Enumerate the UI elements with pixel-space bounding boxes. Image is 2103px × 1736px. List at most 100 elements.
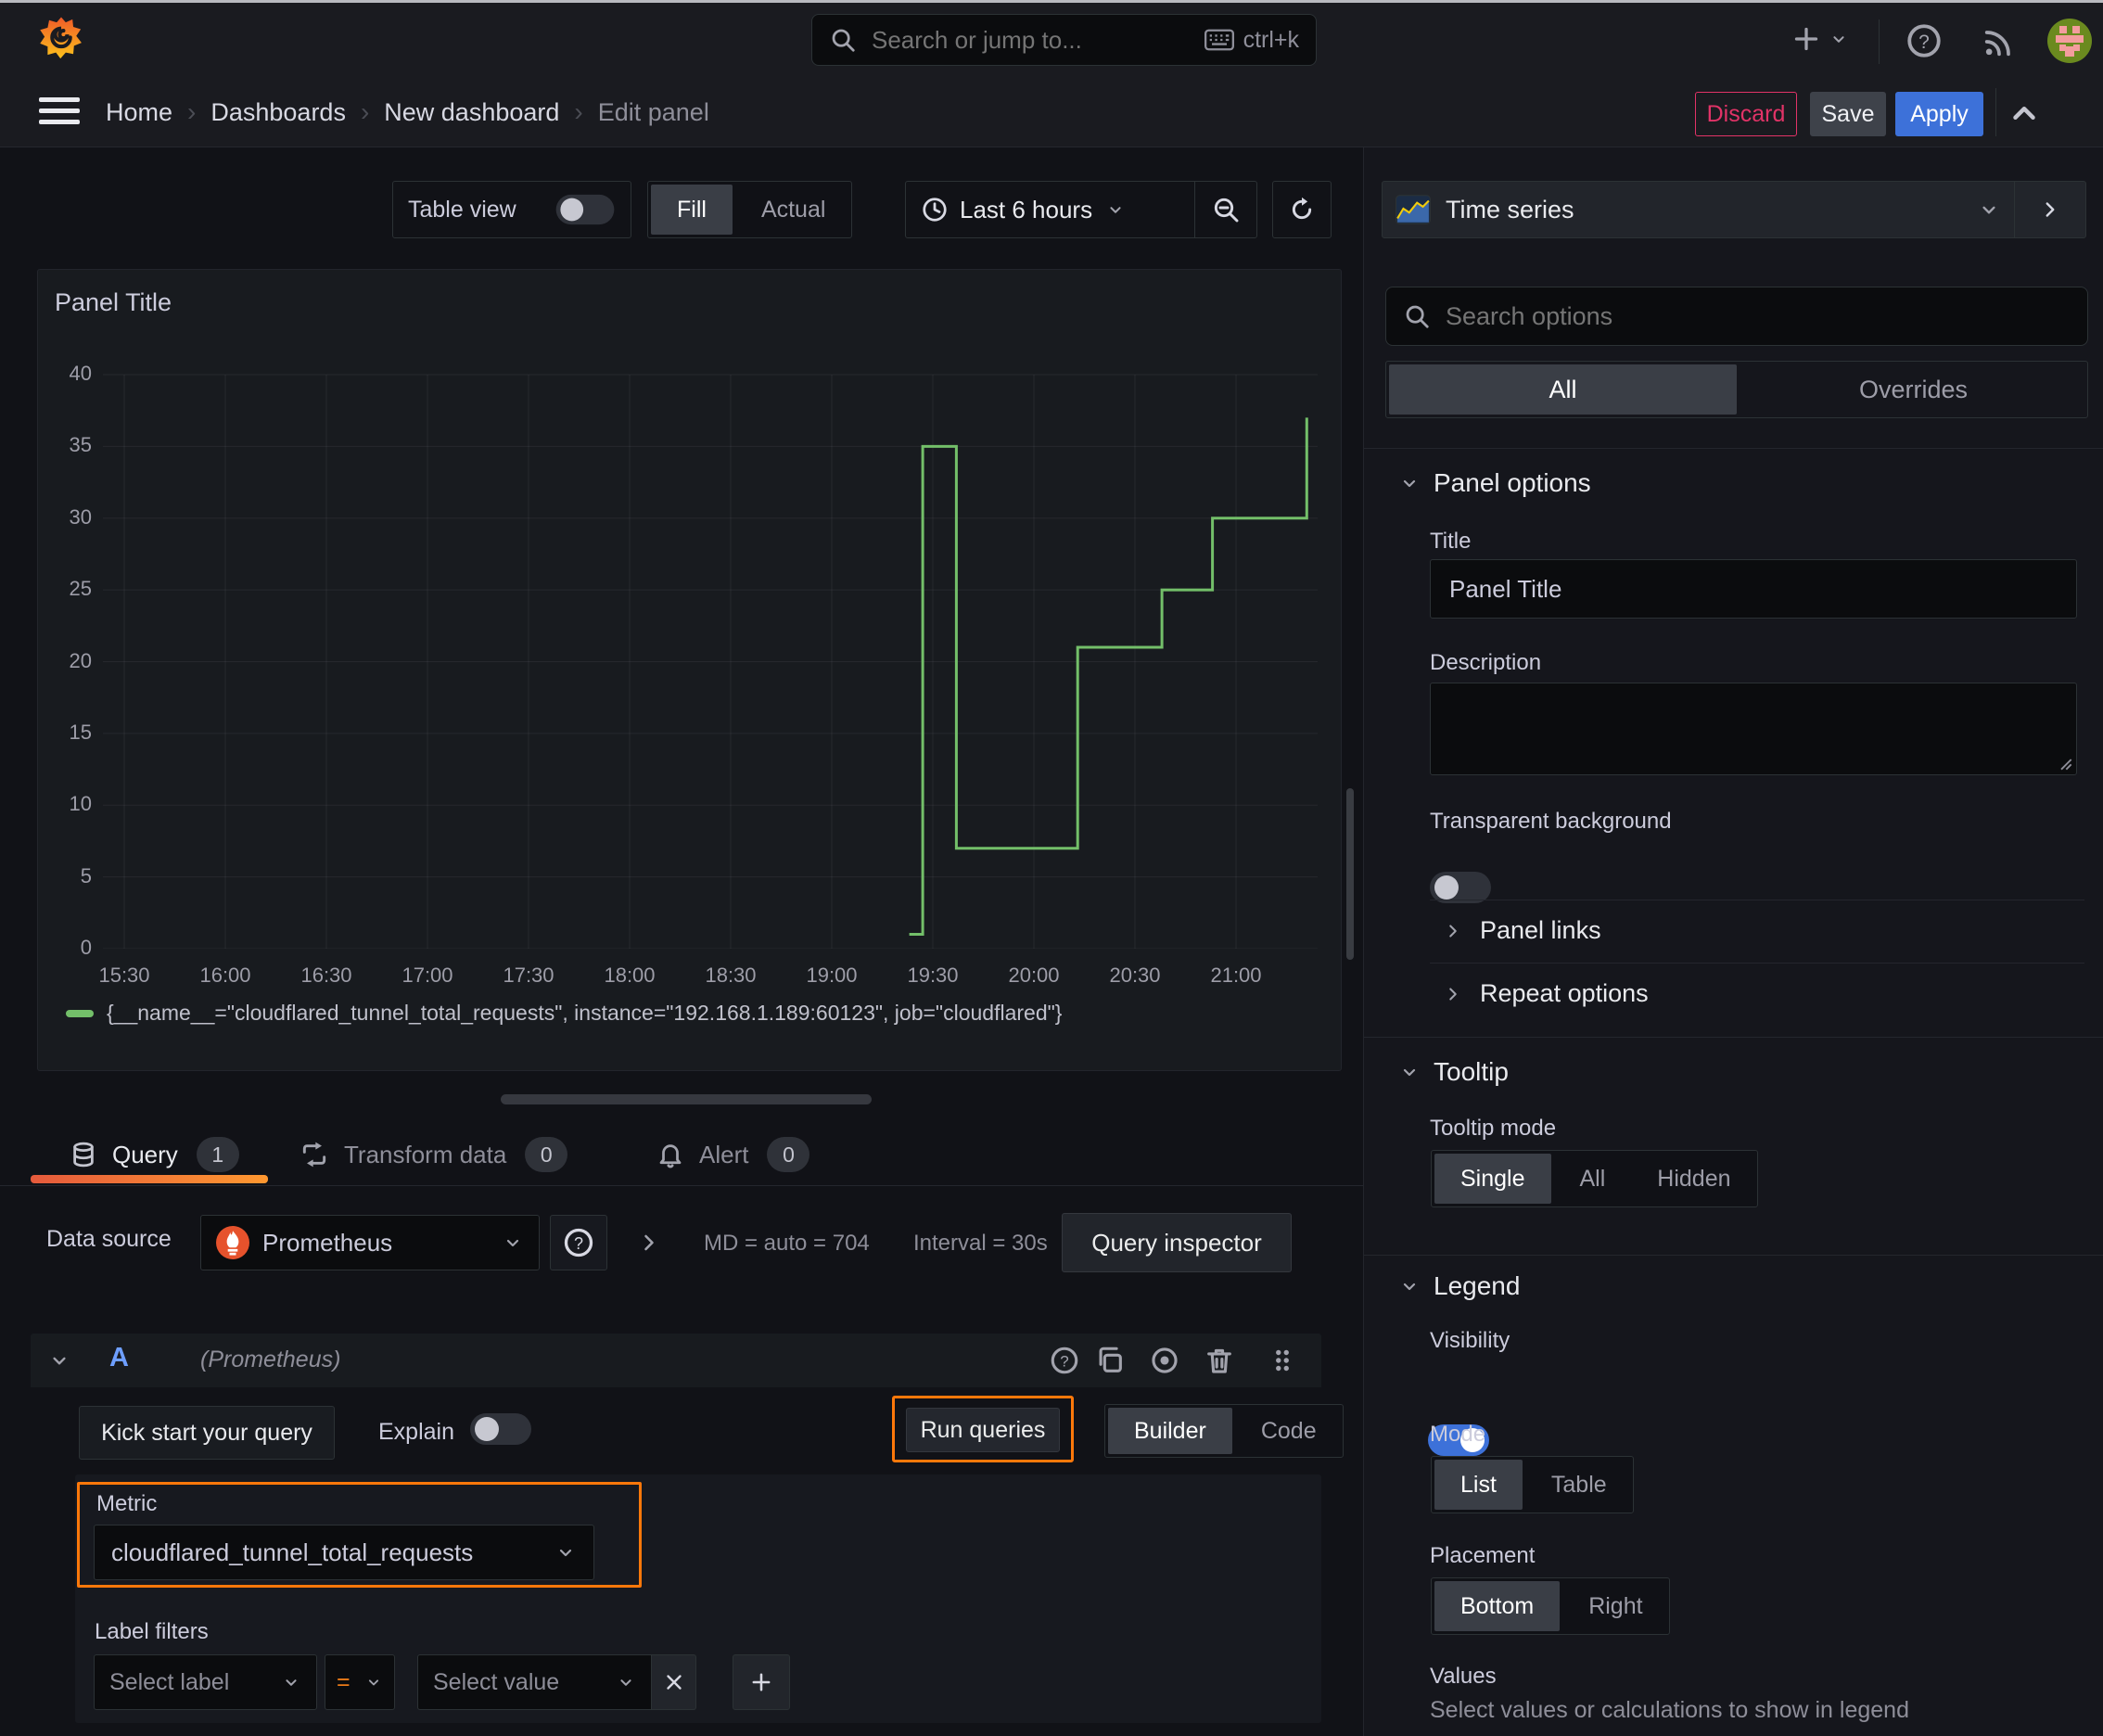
breadcrumb-new-dashboard[interactable]: New dashboard bbox=[384, 98, 559, 127]
remove-filter-x-icon[interactable] bbox=[652, 1654, 696, 1710]
fill-option[interactable]: Fill bbox=[651, 185, 733, 235]
tab-all[interactable]: All bbox=[1389, 364, 1737, 415]
datasource-picker[interactable]: Prometheus bbox=[200, 1215, 540, 1270]
topnav-divider bbox=[1879, 19, 1880, 64]
repeat-options-label: Repeat options bbox=[1480, 979, 1649, 1007]
user-avatar[interactable] bbox=[2047, 19, 2092, 63]
chart-plot[interactable] bbox=[103, 372, 1318, 949]
breadcrumb-dashboards[interactable]: Dashboards bbox=[210, 98, 346, 127]
tooltip-mode-hidden[interactable]: Hidden bbox=[1631, 1151, 1756, 1206]
tab-transform-data[interactable]: Transform data 0 bbox=[300, 1131, 568, 1178]
panel-links-section[interactable]: Panel links bbox=[1443, 916, 1601, 945]
new-menu-button[interactable] bbox=[1790, 21, 1849, 62]
subnav-divider bbox=[1995, 88, 1996, 136]
apply-button[interactable]: Apply bbox=[1895, 92, 1983, 136]
tab-query-label: Query bbox=[112, 1140, 178, 1168]
tab-alert-count: 0 bbox=[767, 1137, 810, 1172]
global-search-input[interactable] bbox=[870, 24, 1204, 56]
legend-mode-list[interactable]: List bbox=[1434, 1460, 1523, 1510]
breadcrumb: Home › Dashboards › New dashboard › Edit… bbox=[106, 92, 709, 133]
max-data-points-stat: MD = auto = 704 bbox=[704, 1231, 870, 1256]
discard-button[interactable]: Discard bbox=[1695, 92, 1797, 136]
y-axis-tick: 20 bbox=[69, 648, 92, 672]
tooltip-mode-all[interactable]: All bbox=[1554, 1151, 1632, 1206]
select-value-dropdown[interactable]: Select value bbox=[417, 1654, 652, 1710]
datasource-label: Data source bbox=[46, 1226, 172, 1252]
chevron-down-icon bbox=[1398, 1275, 1421, 1297]
breadcrumb-home[interactable]: Home bbox=[106, 98, 172, 127]
tooltip-mode-single[interactable]: Single bbox=[1434, 1154, 1551, 1204]
delete-query-trash-icon[interactable] bbox=[1204, 1345, 1235, 1383]
options-search-input[interactable] bbox=[1444, 300, 2071, 332]
time-range-button[interactable]: Last 6 hours bbox=[906, 196, 1194, 224]
select-label-dropdown[interactable]: Select label bbox=[94, 1654, 317, 1710]
news-rss-icon[interactable] bbox=[1981, 23, 2018, 67]
select-value-placeholder: Select value bbox=[433, 1668, 560, 1695]
legend-placement-bottom[interactable]: Bottom bbox=[1434, 1581, 1561, 1631]
panel-title-input[interactable] bbox=[1430, 559, 2077, 619]
zoom-out-button[interactable] bbox=[1195, 195, 1256, 224]
table-view-label: Table view bbox=[408, 196, 516, 223]
tab-overrides[interactable]: Overrides bbox=[1740, 362, 2087, 417]
save-button[interactable]: Save bbox=[1810, 92, 1886, 136]
repeat-options-section[interactable]: Repeat options bbox=[1443, 979, 1649, 1008]
menu-hamburger-icon[interactable] bbox=[39, 97, 80, 127]
operator-dropdown[interactable]: = bbox=[325, 1654, 395, 1710]
interval-stat: Interval = 30s bbox=[913, 1231, 1048, 1256]
tab-query[interactable]: Query 1 bbox=[70, 1131, 239, 1178]
explain-toggle[interactable] bbox=[470, 1413, 531, 1445]
builder-option[interactable]: Builder bbox=[1108, 1408, 1232, 1454]
chevron-down-icon bbox=[616, 1672, 636, 1692]
query-inspector-button[interactable]: Query inspector bbox=[1062, 1213, 1292, 1272]
panel-resize-handle[interactable] bbox=[501, 1094, 872, 1104]
global-search-box[interactable]: ctrl+k bbox=[811, 14, 1317, 66]
grafana-logo-icon[interactable] bbox=[37, 15, 85, 63]
run-queries-button[interactable]: Run queries bbox=[906, 1408, 1060, 1452]
legend-placement-right[interactable]: Right bbox=[1562, 1578, 1668, 1634]
viz-suggestions-chevron-right-icon[interactable] bbox=[2015, 198, 2085, 222]
collapse-options-chevron-up-icon[interactable] bbox=[2007, 96, 2042, 137]
chevron-down-icon bbox=[1398, 472, 1421, 494]
query-collapse-chevron-down-icon[interactable] bbox=[47, 1348, 71, 1379]
tab-alert[interactable]: Alert 0 bbox=[656, 1131, 810, 1178]
scrollbar-thumb[interactable] bbox=[1346, 788, 1354, 960]
legend-values-label: Values bbox=[1430, 1664, 1497, 1689]
options-search-box[interactable] bbox=[1385, 287, 2088, 346]
query-ref-id[interactable]: A bbox=[109, 1343, 129, 1373]
datasource-help-button[interactable]: ? bbox=[550, 1215, 607, 1270]
chart-legend[interactable]: {__name__="cloudflared_tunnel_total_requ… bbox=[66, 1001, 1062, 1026]
sidebar-divider bbox=[1364, 1255, 2103, 1256]
legend-mode-table[interactable]: Table bbox=[1525, 1457, 1633, 1513]
panel-description-textarea[interactable] bbox=[1430, 683, 2077, 775]
code-option[interactable]: Code bbox=[1235, 1405, 1343, 1457]
legend-section-header[interactable]: Legend bbox=[1398, 1271, 1520, 1301]
metric-select[interactable]: cloudflared_tunnel_total_requests bbox=[94, 1525, 594, 1580]
x-axis-tick: 16:00 bbox=[199, 964, 251, 987]
chevron-down-icon bbox=[364, 1673, 383, 1691]
add-filter-plus-icon[interactable] bbox=[733, 1654, 790, 1710]
chevron-right-icon bbox=[1443, 921, 1463, 941]
duplicate-query-icon[interactable] bbox=[1094, 1345, 1126, 1383]
expand-options-chevron-right-icon[interactable] bbox=[636, 1230, 662, 1262]
breadcrumb-separator-icon: › bbox=[187, 97, 197, 126]
visualization-select[interactable]: Time series bbox=[1383, 195, 2014, 224]
prometheus-icon bbox=[216, 1226, 249, 1259]
tooltip-section-header[interactable]: Tooltip bbox=[1398, 1057, 1509, 1087]
refresh-button[interactable] bbox=[1272, 181, 1332, 238]
query-help-icon[interactable]: ? bbox=[1049, 1345, 1080, 1383]
legend-visibility-label: Visibility bbox=[1430, 1328, 1510, 1353]
drag-grip-icon[interactable] bbox=[1267, 1345, 1298, 1383]
query-row-header[interactable]: A (Prometheus) ? bbox=[31, 1334, 1321, 1387]
help-button[interactable]: ? bbox=[1905, 21, 1944, 67]
legend-series-label[interactable]: {__name__="cloudflared_tunnel_total_requ… bbox=[107, 1001, 1062, 1026]
toggle-visibility-eye-icon[interactable] bbox=[1149, 1345, 1180, 1383]
resize-corner-icon[interactable] bbox=[2058, 756, 2072, 771]
panel-title[interactable]: Panel Title bbox=[55, 288, 172, 317]
breadcrumb-edit-panel: Edit panel bbox=[597, 97, 709, 126]
actual-option[interactable]: Actual bbox=[735, 182, 851, 237]
panel-options-header[interactable]: Panel options bbox=[1398, 468, 1591, 498]
kick-start-query-button[interactable]: Kick start your query bbox=[79, 1406, 335, 1460]
table-view-toggle[interactable] bbox=[555, 194, 615, 225]
transparent-background-toggle[interactable] bbox=[1430, 872, 1491, 903]
search-icon bbox=[829, 26, 857, 54]
